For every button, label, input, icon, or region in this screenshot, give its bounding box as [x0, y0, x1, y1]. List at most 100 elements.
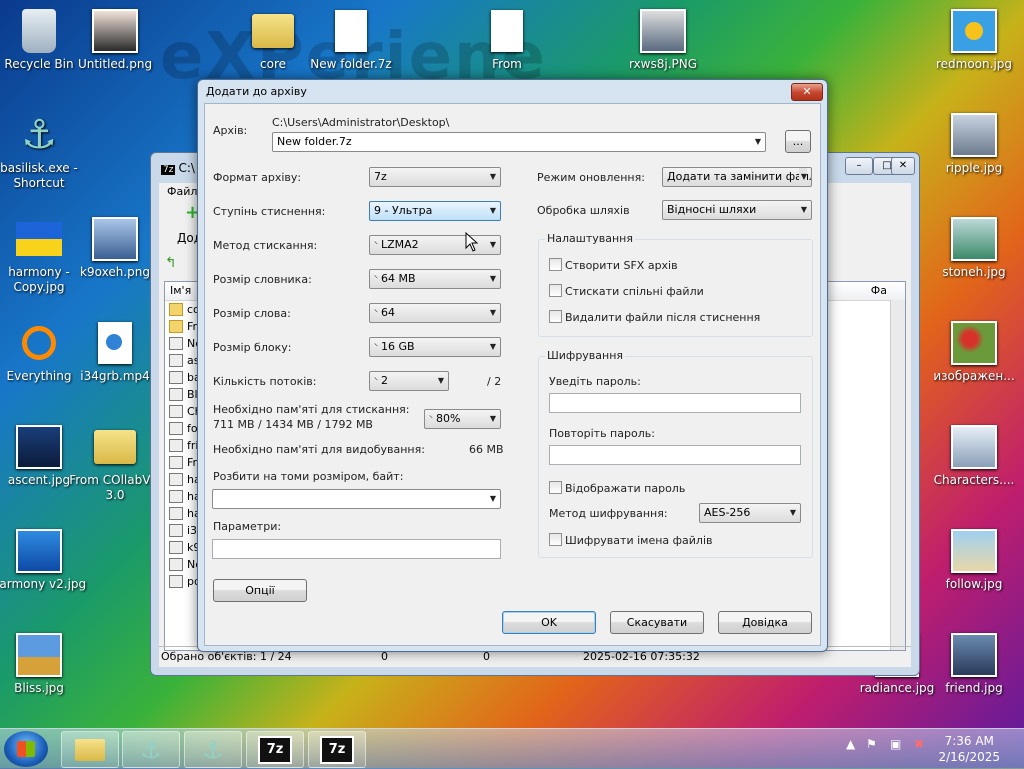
desktop-icon-untitled[interactable]: Untitled.png [67, 8, 163, 72]
word-size-select[interactable]: ⸌ 64 ▼ [369, 303, 501, 323]
image-file-icon [951, 217, 997, 261]
desktop-icon-i34grb[interactable]: i34grb.mp4 [67, 320, 163, 384]
column-right[interactable]: Фа [871, 282, 887, 300]
desktop-icon-label: rxws8j.PNG [628, 57, 698, 71]
options-button[interactable]: Опції [213, 579, 307, 602]
shared-files-checkbox[interactable]: Стискати спільні файли [549, 284, 704, 298]
desktop-icon-follow[interactable]: follow.jpg [926, 528, 1022, 592]
browse-button[interactable]: ... [785, 130, 811, 153]
show-hidden-icons-button[interactable]: ▲ [846, 737, 855, 751]
delete-after-checkbox[interactable]: Видалити файли після стиснення [549, 310, 760, 324]
parameters-input[interactable] [212, 539, 501, 559]
clock-time: 7:36 AM [944, 734, 994, 748]
desktop-icon-redmoon[interactable]: redmoon.jpg [926, 8, 1022, 72]
basilisk-icon: ⚓ [202, 735, 224, 764]
password-input[interactable] [549, 393, 801, 413]
threads-value: 2 [381, 374, 388, 387]
volume-muted-icon[interactable]: ✖ [914, 737, 924, 751]
show-password-checkbox[interactable]: Відображати пароль [549, 481, 685, 495]
desktop-icon-izobrazhen[interactable]: изображен... [926, 320, 1022, 384]
image-file-icon [951, 113, 997, 157]
split-volumes-combo[interactable]: ▼ [212, 489, 501, 509]
update-mode-select[interactable]: Додати та замінити файл ▼ [662, 167, 812, 187]
action-center-flag-icon[interactable]: ⚑ [866, 737, 877, 751]
taskbar-7zip-button[interactable]: 7z [246, 731, 304, 768]
chevron-down-icon: ▼ [489, 274, 496, 283]
show-password-checkbox-label: Відображати пароль [565, 482, 686, 495]
help-button[interactable]: Довідка [718, 611, 812, 634]
sfx-checkbox-label: Створити SFX архів [565, 259, 678, 272]
minimize-button[interactable]: – [845, 157, 873, 175]
dictionary-size-select[interactable]: ⸌ 64 MB ▼ [369, 269, 501, 289]
up-folder-icon[interactable]: ↰ [165, 255, 181, 271]
desktop-icon-ripple[interactable]: ripple.jpg [926, 112, 1022, 176]
desktop-icon-label: friend.jpg [945, 681, 1003, 695]
format-select[interactable]: 7z ▼ [369, 167, 501, 187]
desktop-icon-collabvm[interactable]: From COllabVM 3.0 [67, 424, 163, 503]
chevron-down-icon: ▼ [800, 205, 807, 214]
start-button[interactable] [4, 731, 48, 767]
taskbar-basilisk-button[interactable]: ⚓ [122, 731, 180, 768]
desktop-icon-label: stoneh.jpg [942, 265, 1006, 279]
vertical-scrollbar[interactable] [890, 300, 905, 650]
compression-level-label: Ступінь стиснення: [213, 205, 326, 218]
file-icon [169, 473, 183, 486]
close-button[interactable]: ✕ [891, 157, 915, 175]
method-select[interactable]: ⸌ LZMA2 ▼ [369, 235, 501, 255]
system-clock[interactable]: 7:36 AM 2/16/2025 [938, 733, 1000, 765]
desktop-icon-rxws8j[interactable]: rxws8j.PNG [615, 8, 711, 72]
desktop-icon-bliss[interactable]: Bliss.jpg [0, 632, 87, 696]
memory-decompress-label: Необхідно пам'яті для видобування: [213, 443, 425, 456]
image-file-icon [16, 633, 62, 677]
encrypt-names-checkbox-label: Шифрувати імена файлів [565, 534, 713, 547]
memory-usage-select[interactable]: ⸌ 80% ▼ [424, 409, 501, 429]
network-icon[interactable]: ▣ [890, 737, 901, 751]
compression-level-select[interactable]: 9 - Ультра ▼ [369, 201, 501, 221]
delete-after-checkbox-label: Видалити файли після стиснення [565, 311, 761, 324]
settings-group: Налаштування Створити SFX архів Стискати… [538, 232, 813, 337]
ok-button[interactable]: OK [502, 611, 596, 634]
taskbar-basilisk-button-2[interactable]: ⚓ [184, 731, 242, 768]
encryption-method-select[interactable]: AES-256 ▼ [699, 503, 801, 523]
chevron-down-icon: ▼ [489, 342, 496, 351]
desktop-icon-k9oxeh[interactable]: k9oxeh.png [67, 216, 163, 280]
menu-file[interactable]: Файл [167, 185, 197, 198]
taskbar-explorer-button[interactable] [61, 731, 119, 768]
block-size-label: Розмір блоку: [213, 341, 292, 354]
chevron-down-icon: ▼ [789, 508, 796, 517]
desktop-icon-new-folder-7z[interactable]: New folder.7z [303, 8, 399, 72]
desktop-icon-characters[interactable]: Characters.... [926, 424, 1022, 488]
chevron-down-icon: ▼ [489, 414, 496, 423]
chevron-down-icon: ▼ [754, 137, 761, 146]
dialog-close-button[interactable]: ✕ [791, 83, 823, 101]
method-value: LZMA2 [381, 238, 419, 251]
desktop-icon-basilisk[interactable]: ⚓ basilisk.exe - Shortcut [0, 112, 87, 191]
sfx-checkbox[interactable]: Створити SFX архів [549, 258, 678, 272]
path-mode-select[interactable]: Відносні шляхи ▼ [662, 200, 812, 220]
basilisk-icon: ⚓ [21, 111, 57, 158]
desktop-icon-harmony-v2[interactable]: harmony v2.jpg [0, 528, 87, 592]
repeat-password-input[interactable] [549, 445, 801, 465]
method-label: Метод стискання: [213, 239, 318, 252]
encrypt-names-checkbox[interactable]: Шифрувати імена файлів [549, 533, 713, 547]
chevron-down-icon: ▼ [798, 168, 807, 186]
image-file-icon [951, 9, 997, 53]
image-file-icon [951, 633, 997, 677]
block-size-select[interactable]: ⸌ 16 GB ▼ [369, 337, 501, 357]
word-size-label: Розмір слова: [213, 307, 291, 320]
desktop-icon-label: New folder.7z [310, 57, 392, 71]
column-name[interactable]: Ім'я [170, 284, 191, 297]
archive-name-combo[interactable]: New folder.7z ▼ [272, 132, 766, 152]
threads-select[interactable]: ⸌ 2 ▼ [369, 371, 449, 391]
add-to-archive-dialog[interactable]: Додати до архіву ✕ Архів: C:\Users\Admin… [197, 79, 828, 652]
desktop-icon-friend[interactable]: friend.jpg [926, 632, 1022, 696]
taskbar-7zip-button-2[interactable]: 7z [308, 731, 366, 768]
cancel-button[interactable]: Скасувати [610, 611, 704, 634]
desktop-icon-stoneh[interactable]: stoneh.jpg [926, 216, 1022, 280]
settings-group-title: Налаштування [545, 232, 635, 245]
path-mode-value: Відносні шляхи [667, 203, 757, 216]
image-file-icon [951, 321, 997, 365]
desktop-icon-from[interactable]: From [459, 8, 555, 72]
image-file-icon [16, 529, 62, 573]
explorer-folder-icon [75, 738, 105, 761]
